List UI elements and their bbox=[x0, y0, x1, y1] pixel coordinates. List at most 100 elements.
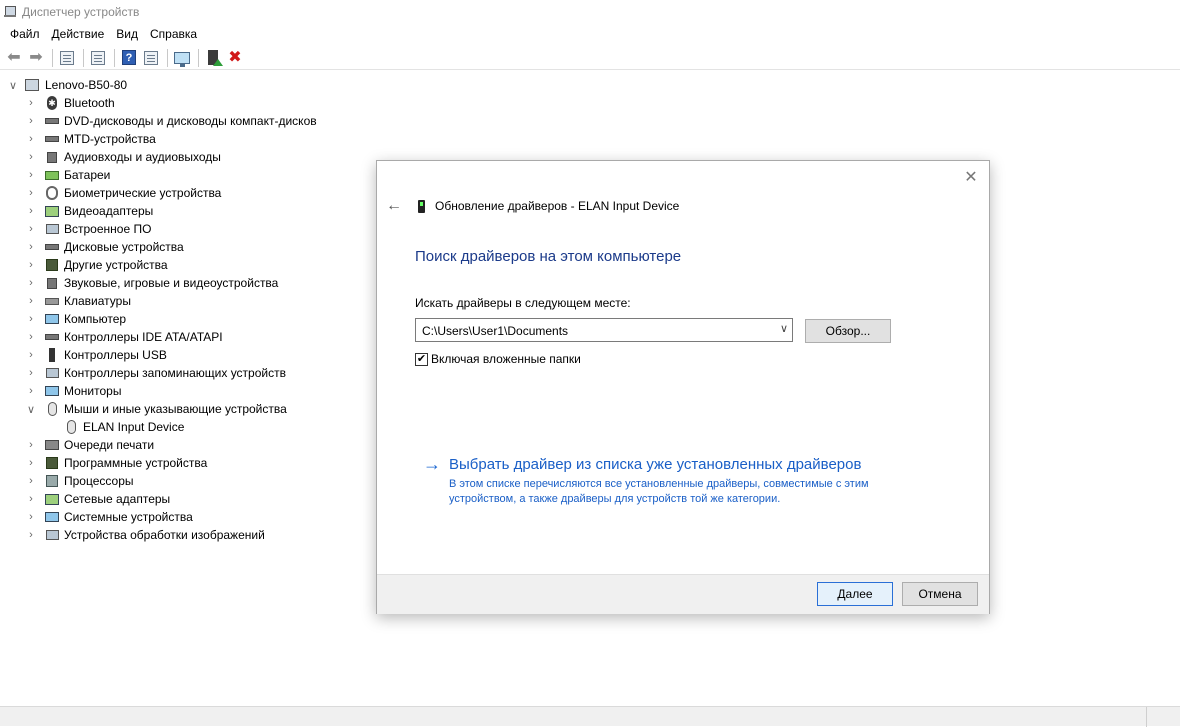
tree-item-label: Процессоры bbox=[64, 474, 134, 488]
tree-item-label: Bluetooth bbox=[64, 96, 115, 110]
chevron-right-icon[interactable]: › bbox=[26, 454, 36, 472]
back-arrow-icon[interactable]: ← bbox=[385, 197, 403, 215]
update-button[interactable] bbox=[141, 48, 161, 68]
chevron-right-icon[interactable]: › bbox=[26, 382, 36, 400]
back-icon: ⬅ bbox=[7, 48, 21, 66]
tree-item-label: Программные устройства bbox=[64, 456, 208, 470]
toolbar-separator bbox=[198, 48, 199, 67]
chevron-right-icon[interactable]: › bbox=[26, 130, 36, 148]
chevron-right-icon[interactable]: › bbox=[26, 292, 36, 310]
ide-controller-icon bbox=[44, 329, 60, 345]
scan-button[interactable] bbox=[172, 48, 192, 68]
chevron-right-icon[interactable]: › bbox=[26, 94, 36, 112]
chevron-down-icon[interactable]: ∨ bbox=[780, 322, 788, 335]
sound-icon bbox=[44, 275, 60, 291]
toolbar-separator bbox=[52, 48, 53, 67]
arrow-right-icon: → bbox=[423, 454, 441, 474]
dvd-drive-icon bbox=[44, 113, 60, 129]
include-subfolders-row[interactable]: ✔ Включая вложенные папки bbox=[415, 351, 581, 367]
fingerprint-icon bbox=[44, 185, 60, 201]
firmware-icon bbox=[44, 221, 60, 237]
chevron-right-icon[interactable]: › bbox=[26, 508, 36, 526]
chevron-right-icon[interactable]: › bbox=[26, 112, 36, 130]
computer-icon bbox=[24, 77, 40, 93]
keyboard-icon bbox=[44, 293, 60, 309]
properties-button[interactable] bbox=[57, 48, 77, 68]
disk-drive-icon bbox=[44, 239, 60, 255]
monitor-icon bbox=[44, 383, 60, 399]
chevron-right-icon[interactable]: › bbox=[26, 238, 36, 256]
path-combobox[interactable]: C:\Users\User1\Documents ∨ bbox=[415, 318, 793, 342]
tree-item-label: Устройства обработки изображений bbox=[64, 528, 265, 542]
search-location-label: Искать драйверы в следующем месте: bbox=[415, 296, 631, 310]
view-icon bbox=[91, 50, 105, 65]
tree-item-label: Звуковые, игровые и видеоустройства bbox=[64, 276, 279, 290]
display-adapter-icon bbox=[44, 203, 60, 219]
status-divider bbox=[1146, 707, 1147, 727]
tree-item-label: Клавиатуры bbox=[64, 294, 131, 308]
menu-action[interactable]: Действие bbox=[46, 27, 111, 41]
tree-root[interactable]: ∨ Lenovo-B50-80 bbox=[0, 76, 1180, 94]
tree-item-label: Биометрические устройства bbox=[64, 186, 222, 200]
chevron-right-icon[interactable]: › bbox=[26, 364, 36, 382]
include-subfolders-checkbox[interactable]: ✔ bbox=[415, 352, 428, 366]
toolbar-separator bbox=[114, 48, 115, 67]
chevron-right-icon[interactable]: › bbox=[26, 436, 36, 454]
uninstall-button[interactable]: ✖ bbox=[225, 48, 245, 68]
device-manager-icon bbox=[4, 6, 16, 18]
menu-help[interactable]: Справка bbox=[144, 27, 203, 41]
tree-item-label: Другие устройства bbox=[64, 258, 168, 272]
path-value: C:\Users\User1\Documents bbox=[422, 324, 569, 338]
chevron-right-icon[interactable]: › bbox=[26, 148, 36, 166]
usb-icon bbox=[44, 347, 60, 363]
browse-button[interactable]: Обзор... bbox=[805, 319, 891, 343]
next-button[interactable]: Далее bbox=[817, 582, 893, 606]
chevron-right-icon[interactable]: › bbox=[26, 310, 36, 328]
tree-item-label: Батареи bbox=[64, 168, 111, 182]
chevron-down-icon[interactable]: ∨ bbox=[26, 400, 36, 418]
chevron-right-icon[interactable]: › bbox=[26, 220, 36, 238]
chevron-right-icon[interactable]: › bbox=[26, 472, 36, 490]
chevron-right-icon[interactable]: › bbox=[26, 346, 36, 364]
chevron-right-icon[interactable]: › bbox=[26, 256, 36, 274]
tree-item[interactable]: › ✱ Bluetooth bbox=[0, 94, 1180, 112]
chevron-right-icon[interactable]: › bbox=[26, 184, 36, 202]
chevron-right-icon[interactable]: › bbox=[26, 328, 36, 346]
close-icon[interactable]: ✕ bbox=[961, 167, 981, 187]
update-icon bbox=[144, 50, 158, 65]
view-button[interactable] bbox=[88, 48, 108, 68]
device-icon bbox=[418, 200, 425, 213]
forward-icon: ➡ bbox=[29, 48, 43, 66]
chevron-right-icon[interactable]: › bbox=[26, 490, 36, 508]
chevron-right-icon[interactable]: › bbox=[26, 166, 36, 184]
help-button[interactable]: ? bbox=[119, 48, 139, 68]
unknown-device-icon bbox=[44, 257, 60, 273]
bluetooth-icon: ✱ bbox=[44, 95, 60, 111]
forward-button[interactable]: ➡ bbox=[26, 48, 46, 68]
mouse-icon bbox=[44, 401, 60, 417]
enable-button[interactable] bbox=[203, 48, 223, 68]
chevron-right-icon[interactable]: › bbox=[26, 274, 36, 292]
back-button[interactable]: ⬅ bbox=[4, 48, 24, 68]
mouse-icon bbox=[63, 419, 79, 435]
chevron-right-icon[interactable]: › bbox=[26, 202, 36, 220]
menu-view[interactable]: Вид bbox=[110, 27, 144, 41]
toolbar-separator bbox=[83, 48, 84, 67]
tree-item-label: Мониторы bbox=[64, 384, 122, 398]
tree-item-label: Видеоадаптеры bbox=[64, 204, 154, 218]
menu-file[interactable]: Файл bbox=[4, 27, 46, 41]
tree-item-label: MTD-устройства bbox=[64, 132, 156, 146]
menu-bar: Файл Действие Вид Справка bbox=[0, 24, 1180, 44]
dialog-title: Обновление драйверов - ELAN Input Device bbox=[435, 199, 680, 213]
chevron-right-icon[interactable]: › bbox=[26, 526, 36, 544]
tree-item-label: Аудиовходы и аудиовыходы bbox=[64, 150, 221, 164]
chevron-down-icon[interactable]: ∨ bbox=[8, 76, 18, 94]
tree-item[interactable]: › MTD-устройства bbox=[0, 130, 1180, 148]
cancel-button[interactable]: Отмена bbox=[902, 582, 978, 606]
tree-item[interactable]: › DVD-дисководы и дисководы компакт-диск… bbox=[0, 112, 1180, 130]
tree-item-label: Очереди печати bbox=[64, 438, 155, 452]
pick-driver-link[interactable]: Выбрать драйвер из списка уже установлен… bbox=[449, 456, 861, 473]
computer-icon bbox=[44, 311, 60, 327]
tree-child-label: ELAN Input Device bbox=[83, 420, 185, 434]
help-icon: ? bbox=[122, 50, 136, 65]
